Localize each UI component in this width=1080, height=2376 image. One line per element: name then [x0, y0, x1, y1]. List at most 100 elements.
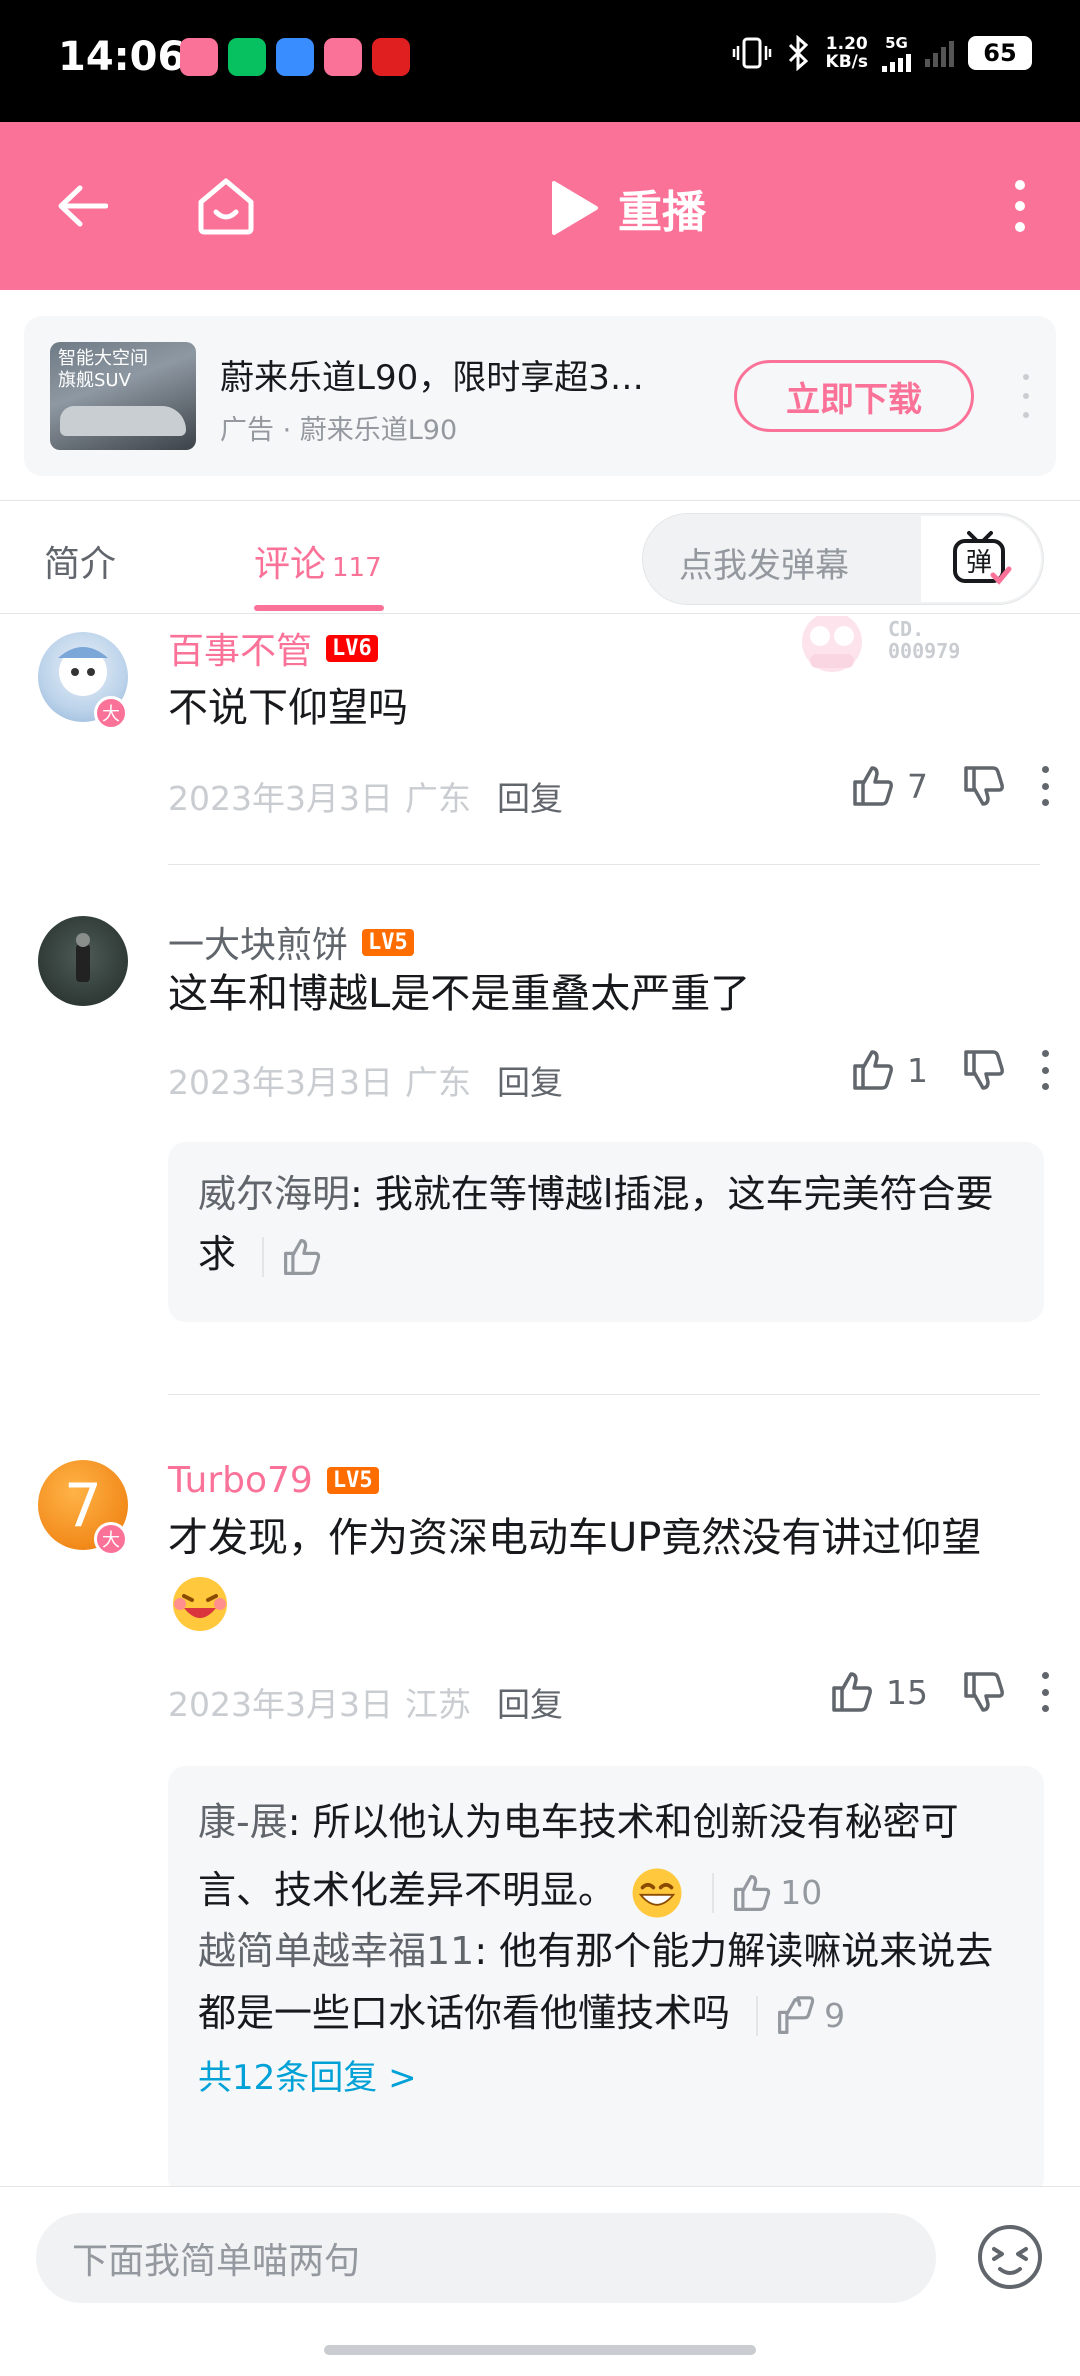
replay-label: 重播 [618, 187, 706, 238]
user-level-badge: LV5 [362, 928, 414, 956]
user-level-badge: LV6 [326, 634, 378, 662]
home-icon [198, 178, 254, 235]
ad-thumbnail: 智能大空间 旗舰SUV [50, 342, 196, 450]
reply-text: 所以他认为电车技术和创新没有秘密可言、技术化差异不明显。 [198, 1800, 959, 1912]
thumbs-down-icon[interactable] [962, 1670, 1006, 1714]
play-icon [552, 181, 598, 235]
comment-username[interactable]: 一大块煎饼 [168, 916, 348, 968]
comment-text: 才发现，作为资深电动车UP竟然没有讲过仰望 [168, 1506, 1048, 1634]
grinning-emoji-icon [632, 1868, 682, 1917]
more-vertical-icon [1015, 180, 1025, 232]
vip-badge-icon: 大 [94, 696, 128, 730]
reply-button[interactable]: 回复 [497, 772, 563, 820]
thumbs-up-icon [778, 1995, 815, 2034]
like-button[interactable]: 15 [830, 1670, 928, 1714]
reply-author[interactable]: 康-展 [198, 1800, 288, 1844]
vip-badge-icon: 大 [94, 1522, 128, 1556]
bilibili-app-icon [180, 38, 218, 76]
comment-input[interactable]: 下面我简单喵两句 [36, 2213, 936, 2303]
emoji-icon[interactable] [974, 2221, 1046, 2293]
bluetooth-icon [788, 35, 808, 71]
comment-location: 江苏 [404, 1685, 471, 1724]
like-count: 1 [907, 1050, 928, 1090]
sub-replies-box[interactable]: 康-展: 所以他认为电车技术和创新没有秘密可言、技术化差异不明显。 10 越简单… [168, 1766, 1044, 2186]
back-arrow-icon [58, 185, 108, 227]
comment-input-bar: 下面我简单喵两句 [0, 2186, 1080, 2376]
like-count: 15 [886, 1672, 928, 1712]
comments-count: 117 [332, 553, 382, 583]
tab-comments[interactable]: 评论 117 [254, 535, 382, 587]
comment-text: 这车和博越L是不是重叠太严重了 [168, 971, 751, 1017]
photo-avatar-icon [76, 933, 90, 982]
signal-sim2-icon [925, 39, 954, 67]
back-button[interactable] [42, 166, 122, 246]
thumbs-down-icon[interactable] [962, 764, 1006, 808]
reply-author[interactable]: 越简单越幸福11 [198, 1929, 474, 1973]
comment-location: 广东 [404, 1063, 471, 1102]
replay-button[interactable]: 重播 [548, 176, 706, 240]
battery-indicator: 65 [968, 36, 1032, 70]
status-time: 14:06 [58, 34, 186, 80]
comment-feed: 大 百事不管 LV6 CD. 000979 不说下仰望吗 2023年3月3日 广… [0, 616, 1080, 2186]
reply-author[interactable]: 威尔海明 [198, 1172, 350, 1216]
thumbs-down-icon[interactable] [962, 1048, 1006, 1092]
home-indicator [324, 2345, 756, 2355]
ad-subtitle: 广告 · 蔚来乐道L90 [220, 415, 458, 446]
reply-like-count: 10 [780, 1872, 823, 1912]
video-header: 重播 [0, 122, 1080, 290]
ad-download-button[interactable]: 立即下载 [734, 360, 974, 432]
reply-button[interactable]: 回复 [497, 1678, 563, 1726]
signal-strength-icon [882, 54, 911, 72]
home-button[interactable] [186, 166, 266, 246]
svg-text:弹: 弹 [966, 548, 992, 578]
status-bar: 14:06 1.20 KB/s 5G 65 [0, 0, 1080, 122]
sub-reply-item: 越简单越幸福11: 他有那个能力解读嘛说来说去都是一些口水话你看他懂技术吗 9 [198, 1929, 994, 2036]
net-type: 5G [885, 34, 908, 52]
reply-like-button[interactable]: 10 [712, 1872, 823, 1913]
like-count: 7 [907, 766, 928, 806]
status-indicators: 1.20 KB/s 5G 65 [732, 34, 1032, 72]
danmaku-input[interactable]: 点我发弹幕 弹 [642, 513, 1044, 605]
phone-app-icon [228, 38, 266, 76]
ad-title: 蔚来乐道L90，限时享超3… [220, 358, 644, 398]
more-menu-button[interactable] [980, 166, 1060, 246]
comment-date: 2023年3月3日 [168, 779, 393, 818]
like-button[interactable]: 7 [851, 764, 928, 808]
danmaku-icon: 弹 [953, 531, 1012, 585]
comment-text: 不说下仰望吗 [168, 685, 408, 731]
user-avatar[interactable] [38, 916, 128, 1006]
comment-more-icon[interactable] [1040, 766, 1050, 806]
like-button[interactable]: 1 [851, 1048, 928, 1092]
comment-location: 广东 [404, 779, 471, 818]
comment-divider [168, 864, 1040, 865]
ad-thumbnail-text: 智能大空间 旗舰SUV [58, 348, 148, 391]
danmaku-toggle-button[interactable]: 弹 [921, 516, 1041, 602]
comment-more-icon[interactable] [1040, 1050, 1050, 1090]
ad-banner[interactable]: 智能大空间 旗舰SUV 蔚来乐道L90，限时享超3… 广告 · 蔚来乐道L90 … [24, 316, 1056, 476]
thumbs-up-icon [853, 1050, 893, 1090]
laughing-emoji-icon [173, 1577, 227, 1631]
comment-date: 2023年3月3日 [168, 1063, 393, 1102]
user-level-badge: LV5 [326, 1467, 379, 1494]
bilibili-app-icon [324, 38, 362, 76]
comment-username[interactable]: Turbo79 [168, 1460, 313, 1501]
active-tab-indicator [254, 605, 384, 611]
reply-like-button[interactable] [262, 1236, 322, 1277]
comment-date: 2023年3月3日 [168, 1685, 393, 1724]
tab-comments-label: 评论 [254, 544, 327, 585]
comment-username[interactable]: 百事不管 [168, 622, 312, 674]
notification-app-icons [180, 38, 410, 76]
cloud-app-icon [276, 38, 314, 76]
thumbs-up-icon [284, 1238, 321, 1275]
thumbs-up-icon [832, 1672, 872, 1712]
sub-replies-box[interactable]: 威尔海明: 我就在等博越l插混，这车完美符合要求 [168, 1142, 1044, 1322]
comment-more-icon[interactable] [1040, 1672, 1050, 1712]
reply-like-count: 9 [824, 1995, 846, 2035]
more-replies-link[interactable]: 共12条回复 > [198, 2044, 1014, 2112]
reply-like-button[interactable]: 9 [756, 1995, 846, 2036]
reply-button[interactable]: 回复 [497, 1056, 563, 1104]
tab-bar: 简介 评论 117 点我发弹幕 弹 [0, 500, 1080, 614]
sub-reply-item: 康-展: 所以他认为电车技术和创新没有秘密可言、技术化差异不明显。 10 [198, 1788, 1014, 1924]
ad-more-icon[interactable] [1014, 374, 1038, 418]
tab-intro[interactable]: 简介 [44, 535, 116, 587]
